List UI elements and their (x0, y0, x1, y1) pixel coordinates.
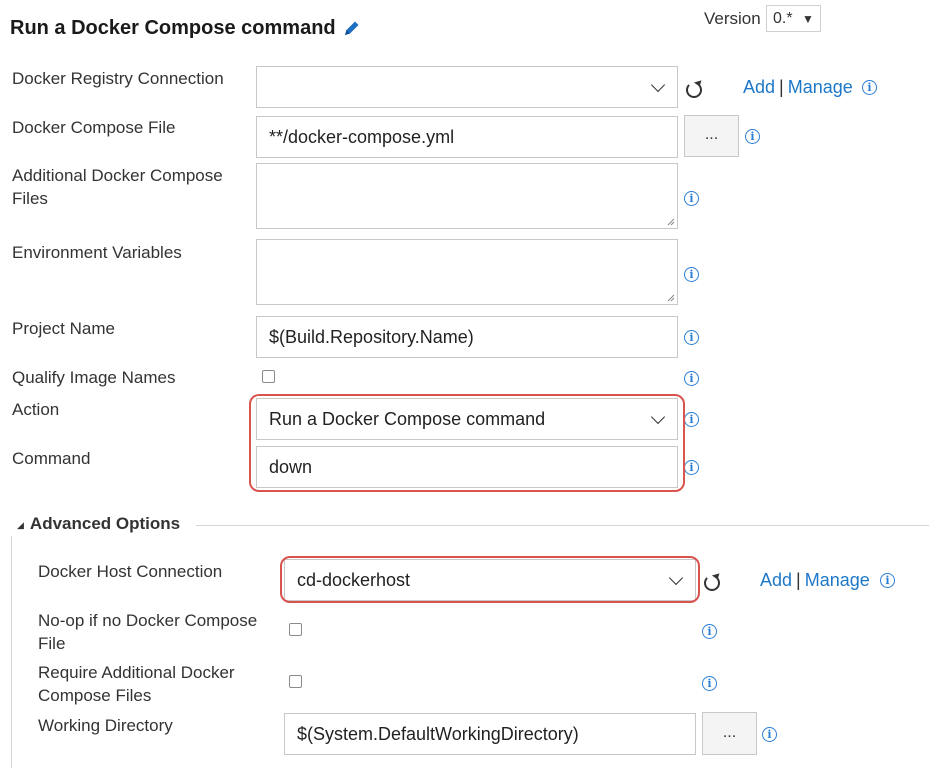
version-select[interactable]: 0.* ▼ (766, 5, 821, 32)
info-icon[interactable]: i (684, 191, 699, 206)
pencil-icon[interactable] (342, 18, 362, 38)
host-links: Add | Manage (760, 570, 870, 591)
highlight-host-connection (280, 556, 700, 603)
advanced-options-title: Advanced Options (29, 514, 181, 533)
link-separator: | (796, 570, 801, 590)
additional-files-textarea[interactable] (256, 163, 678, 229)
info-icon[interactable]: i (684, 330, 699, 345)
info-icon[interactable]: i (702, 624, 717, 639)
qualify-images-label: Qualify Image Names (12, 368, 176, 387)
additional-files-label-line1: Additional Docker Compose (12, 166, 223, 185)
info-icon[interactable]: i (684, 267, 699, 282)
noop-checkbox[interactable] (289, 623, 302, 636)
compose-file-value: **/docker-compose.yml (269, 126, 455, 147)
version-value: 0.* (773, 10, 793, 27)
host-add-link[interactable]: Add (760, 570, 792, 590)
compose-file-browse-button[interactable]: ... (684, 115, 739, 157)
working-dir-input[interactable]: $(System.DefaultWorkingDirectory) (284, 713, 696, 755)
additional-files-label-line2: Files (12, 189, 48, 208)
advanced-divider-top (196, 525, 929, 526)
action-label: Action (12, 400, 60, 419)
advanced-divider-left (11, 536, 12, 768)
project-name-value: $(Build.Repository.Name) (269, 326, 474, 347)
registry-connection-select[interactable] (256, 66, 678, 108)
page-title: Run a Docker Compose command (10, 17, 336, 39)
refresh-icon[interactable] (704, 575, 720, 591)
project-name-input[interactable]: $(Build.Repository.Name) (256, 316, 678, 358)
require-additional-checkbox[interactable] (289, 675, 302, 688)
env-variables-label: Environment Variables (12, 243, 182, 262)
registry-manage-link[interactable]: Manage (788, 77, 853, 97)
info-icon[interactable]: i (880, 573, 895, 588)
noop-label: No-op if no Docker Compose File (38, 609, 257, 655)
collapse-triangle-icon: ◢ (17, 520, 24, 530)
host-manage-link[interactable]: Manage (805, 570, 870, 590)
resize-grip-icon[interactable] (667, 294, 675, 302)
working-dir-label: Working Directory (38, 716, 173, 735)
resize-grip-icon[interactable] (667, 218, 675, 226)
info-icon[interactable]: i (745, 129, 760, 144)
chevron-down-icon (650, 77, 666, 93)
refresh-icon[interactable] (686, 82, 702, 98)
working-dir-browse-button[interactable]: ... (702, 712, 757, 755)
info-icon[interactable]: i (702, 676, 717, 691)
compose-file-input[interactable]: **/docker-compose.yml (256, 116, 678, 158)
host-connection-label: Docker Host Connection (38, 562, 223, 581)
working-dir-value: $(System.DefaultWorkingDirectory) (297, 723, 579, 744)
env-variables-textarea[interactable] (256, 239, 678, 305)
noop-label-line1: No-op if no Docker Compose (38, 611, 258, 630)
noop-label-line2: File (38, 634, 66, 653)
registry-links: Add | Manage (743, 77, 853, 98)
info-icon[interactable]: i (684, 460, 699, 475)
info-icon[interactable]: i (862, 80, 877, 95)
advanced-options-header[interactable]: ◢ Advanced Options (17, 514, 180, 534)
additional-files-label: Additional Docker Compose Files (12, 164, 223, 210)
project-name-label: Project Name (12, 319, 115, 338)
highlight-action-command (249, 394, 685, 492)
registry-connection-label: Docker Registry Connection (12, 69, 224, 88)
require-additional-label-line2: Compose Files (38, 686, 152, 705)
require-additional-label-line1: Require Additional Docker (38, 663, 235, 682)
qualify-images-checkbox[interactable] (262, 370, 275, 383)
info-icon[interactable]: i (684, 371, 699, 386)
link-separator: | (779, 77, 784, 97)
version-label: Version (704, 9, 761, 28)
compose-file-label: Docker Compose File (12, 118, 176, 137)
registry-add-link[interactable]: Add (743, 77, 775, 97)
command-label: Command (12, 449, 91, 468)
info-icon[interactable]: i (762, 727, 777, 742)
require-additional-label: Require Additional Docker Compose Files (38, 661, 235, 707)
caret-down-icon: ▼ (802, 12, 814, 26)
info-icon[interactable]: i (684, 412, 699, 427)
